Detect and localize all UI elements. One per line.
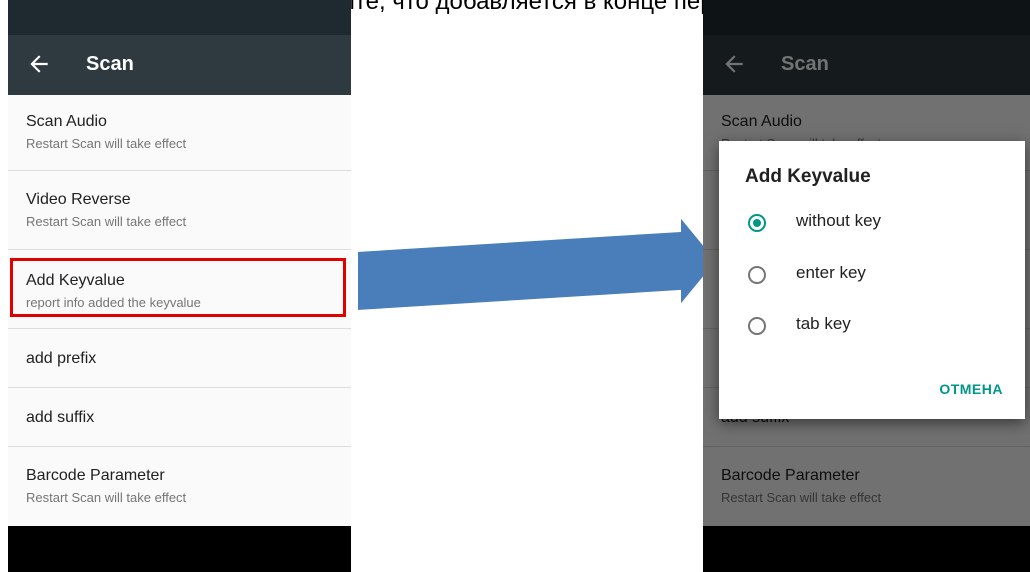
item-title: add suffix xyxy=(26,409,95,426)
option-tab-key[interactable]: tab key xyxy=(719,302,1025,352)
page-title: Scan xyxy=(86,53,134,75)
radio-button-icon[interactable] xyxy=(748,214,766,232)
settings-item-add-suffix[interactable]: add suffix xyxy=(8,388,351,447)
arrow-back-icon[interactable] xyxy=(26,51,52,77)
option-label: without key xyxy=(796,211,882,230)
navigation-bar xyxy=(8,526,351,572)
arrow-right-icon xyxy=(356,216,719,313)
app-toolbar: Scan xyxy=(8,35,351,95)
option-label: tab key xyxy=(796,314,851,333)
option-label: enter key xyxy=(796,263,866,282)
radio-button-icon[interactable] xyxy=(748,266,766,284)
keyvalue-dialog: Add Keyvalue without key enter key tab k… xyxy=(719,141,1025,419)
item-subtitle: Restart Scan will take effect xyxy=(26,490,187,505)
item-title: Video Reverse xyxy=(26,191,131,208)
settings-item-video-reverse[interactable]: Video Reverse Restart Scan will take eff… xyxy=(8,171,351,250)
settings-item-scan-audio[interactable]: Scan Audio Restart Scan will take effect xyxy=(8,95,351,171)
cancel-button[interactable]: ОТМЕНА xyxy=(939,381,1003,397)
status-bar xyxy=(8,0,351,35)
phone-screen-right: Scan Scan Audio Restart Scan will take e… xyxy=(703,0,1030,572)
option-enter-key[interactable]: enter key xyxy=(719,251,1025,301)
item-subtitle: Restart Scan will take effect xyxy=(26,214,187,229)
settings-item-add-prefix[interactable]: add prefix xyxy=(8,329,351,388)
item-subtitle: Restart Scan will take effect xyxy=(26,136,187,151)
highlight-box xyxy=(10,258,346,317)
item-title: Scan Audio xyxy=(26,113,107,130)
dialog-title: Add Keyvalue xyxy=(745,166,871,187)
option-without-key[interactable]: without key xyxy=(719,199,1025,249)
radio-button-icon[interactable] xyxy=(748,317,766,335)
settings-item-barcode-parameter[interactable]: Barcode Parameter Restart Scan will take… xyxy=(8,447,351,526)
item-title: add prefix xyxy=(26,350,97,367)
item-title: Barcode Parameter xyxy=(26,467,165,484)
